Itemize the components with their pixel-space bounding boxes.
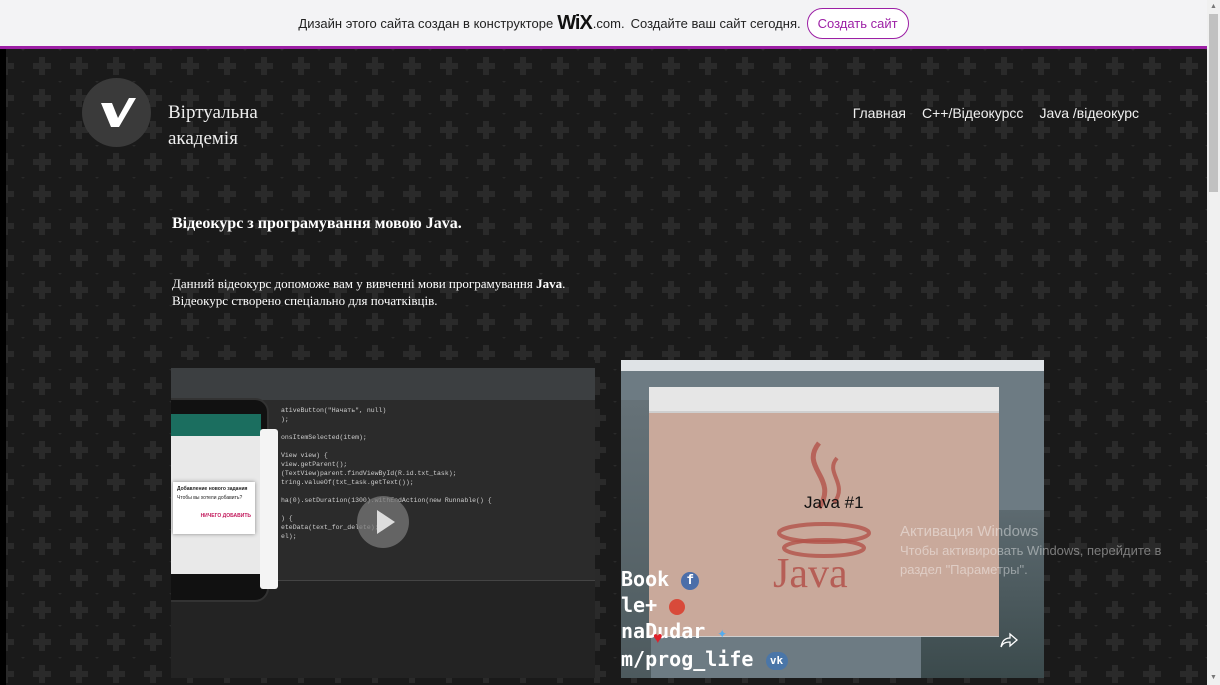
code-line: ); — [281, 416, 289, 423]
watermark-line2: Чтобы активировать Windows, перейдите в — [900, 543, 1162, 558]
code-line: (TextView)parent.findViewById(R.id.txt_t… — [281, 470, 457, 477]
main-nav: Главная C++/Відеокурсс Java /відеокурс — [853, 105, 1139, 121]
dialog-text: Чтобы вы хотели добавить? — [177, 495, 243, 501]
wix-logo: WiX — [557, 11, 593, 34]
social-line-twitter: naDudar ✦ — [621, 619, 727, 643]
nav-item-java-course[interactable]: Java /відеокурс — [1039, 105, 1139, 121]
video-player-1[interactable]: ativeButton("Начать", null) ); onsItemSe… — [171, 360, 595, 678]
heading-keyword: Java. — [425, 215, 462, 232]
facebook-icon: f — [681, 571, 700, 590]
phone-screen: Добавление нового задания Чтобы вы хотел… — [171, 414, 261, 574]
windows-activation-watermark: Активация Windows Чтобы активировать Win… — [900, 522, 1200, 579]
video-player-2[interactable]: Java Java #1 Book f le+ naDudar ✦ m/prog… — [621, 360, 1044, 678]
ide-code-editor: ativeButton("Начать", null) ); onsItemSe… — [271, 400, 595, 580]
social-line-facebook: Book f — [621, 566, 788, 592]
code-line: tring.valueOf(txt_task.getText()); — [281, 479, 414, 486]
twitter-icon: ✦ — [717, 623, 727, 642]
code-line: ) { — [281, 515, 293, 522]
watermark-line3: раздел "Параметры". — [900, 562, 1028, 577]
ide-title-bar — [171, 360, 595, 368]
nav-item-cpp-course[interactable]: C++/Відеокурсс — [922, 105, 1023, 121]
play-button[interactable] — [357, 496, 409, 548]
site-logo[interactable] — [82, 78, 151, 147]
code-line: view.getParent(); — [281, 461, 348, 468]
banner-text-after: Создайте ваш сайт сегодня. — [630, 15, 801, 31]
page-scrollbar[interactable]: ▲ ▼ — [1207, 0, 1220, 685]
heart-icon[interactable]: ♥ — [653, 631, 667, 647]
google-plus-icon — [669, 598, 686, 615]
mac-window-toolbar — [649, 387, 999, 411]
desc-keyword: Java — [536, 276, 563, 291]
banner-domain: .com. — [592, 15, 625, 31]
code-line: el); — [281, 533, 297, 540]
phone-dialog: Добавление нового задания Чтобы вы хотел… — [173, 482, 255, 534]
code-line: ha(0).setDuration(1300).withEndAction(ne… — [281, 497, 492, 504]
scroll-thumb[interactable] — [1209, 14, 1218, 192]
phone-app-bar — [171, 414, 261, 436]
social-line-google: le+ — [621, 592, 788, 618]
page-background: Віртуальна академія Главная C++/Відеокур… — [6, 49, 1207, 685]
code-line: View view) { — [281, 452, 328, 459]
scroll-up-arrow-icon[interactable]: ▲ — [1210, 3, 1217, 10]
v-logo-icon — [101, 98, 136, 127]
dialog-title: Добавление нового задания — [177, 486, 248, 492]
code-line: eteData(text_for_delete); — [281, 524, 379, 531]
code-line: onsItemSelected(item); — [281, 434, 367, 441]
desc-part1: Данний відеокурс допоможе вам у вивченні… — [172, 276, 533, 291]
scroll-down-arrow-icon[interactable]: ▼ — [1210, 674, 1217, 681]
ide-toolbar — [171, 368, 595, 400]
dialog-cancel: НИЧЕГО — [200, 513, 222, 519]
nav-item-home[interactable]: Главная — [853, 105, 906, 121]
mac-menu-bar — [621, 360, 1044, 371]
emulator-side-panel — [260, 429, 278, 589]
vk-icon: vk — [765, 651, 788, 670]
wix-promo-banner: Дизайн этого сайта создан в конструкторе… — [0, 0, 1207, 49]
dialog-actions: НИЧЕГО ДОБАВИТЬ — [177, 513, 251, 519]
site-title[interactable]: Віртуальна академія — [168, 100, 318, 152]
video-title: Java #1 — [804, 493, 864, 512]
dialog-add: ДОБАВИТЬ — [222, 513, 251, 519]
banner-text-before: Дизайн этого сайта создан в конструкторе — [298, 15, 554, 31]
course-heading: Відеокурс з програмування мовою Java. — [172, 215, 462, 233]
heading-prefix: Відеокурс з програмування мовою — [172, 215, 422, 232]
social-links-overlay: Book f le+ naDudar ✦ m/prog_life vk — [621, 566, 788, 672]
create-site-button[interactable]: Создать сайт — [806, 7, 909, 39]
android-phone-mockup: Добавление нового задания Чтобы вы хотел… — [171, 398, 278, 602]
course-description: Данний відеокурс допоможе вам у вивченні… — [172, 275, 612, 309]
code-line: ativeButton("Начать", null) — [281, 407, 387, 414]
share-icon[interactable] — [999, 630, 1019, 650]
watermark-line1: Активация Windows — [900, 523, 1039, 540]
social-line-vk: m/prog_life vk — [621, 646, 788, 672]
